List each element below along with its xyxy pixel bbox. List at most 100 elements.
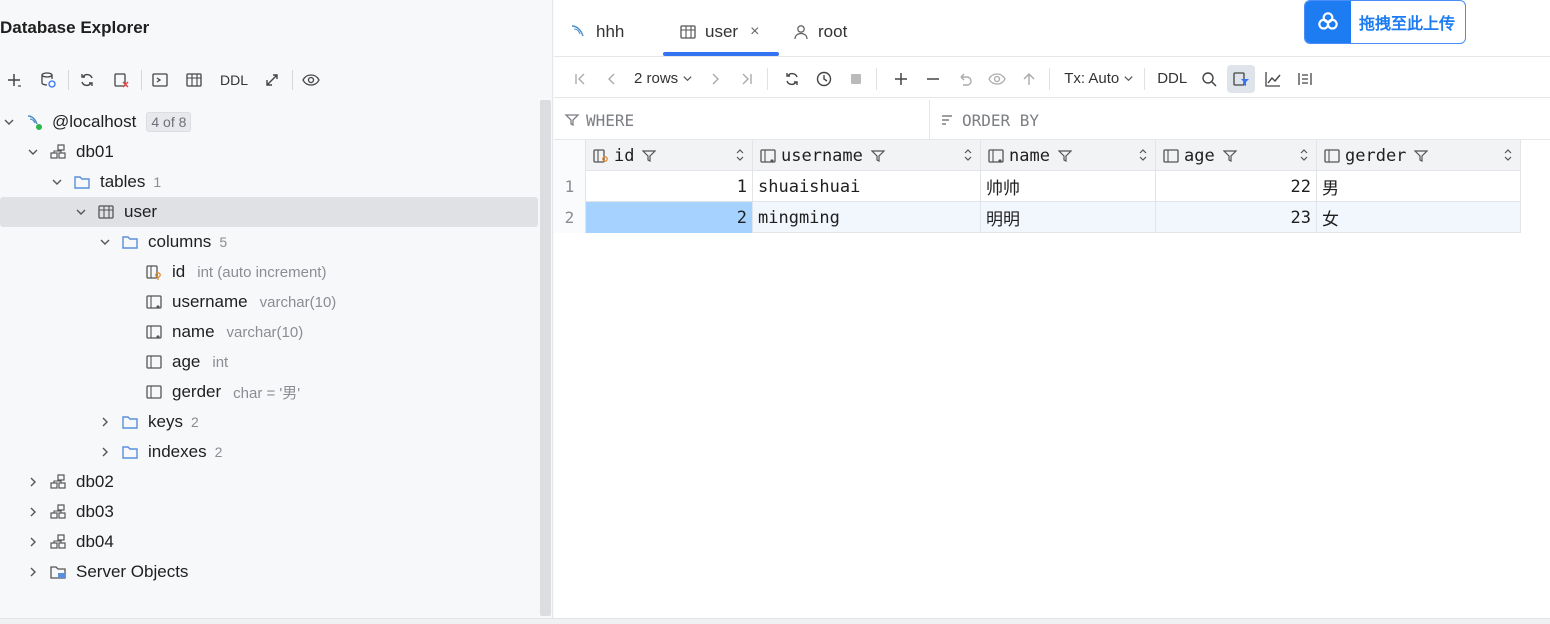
chevron-down-icon[interactable] xyxy=(26,145,40,159)
tab-hhh[interactable]: hhh xyxy=(570,14,624,50)
where-filter-input[interactable]: WHERE xyxy=(554,100,930,140)
tree-node-column-age[interactable]: age int xyxy=(0,347,538,377)
cell-age[interactable]: 22 xyxy=(1156,171,1317,202)
filter-icon[interactable] xyxy=(1414,149,1429,163)
filter-view-icon[interactable] xyxy=(1227,64,1256,93)
chevron-down-icon[interactable] xyxy=(74,205,88,219)
tree-scrollbar[interactable] xyxy=(540,100,551,616)
data-source-properties-icon[interactable] xyxy=(34,66,62,94)
chevron-right-icon[interactable] xyxy=(26,475,40,489)
sort-arrows-icon[interactable] xyxy=(1300,147,1308,163)
tree-node-db03[interactable]: db03 xyxy=(0,497,538,527)
row-number[interactable]: 2 xyxy=(554,202,586,233)
first-page-icon[interactable] xyxy=(566,65,594,93)
reload-icon[interactable] xyxy=(778,65,806,93)
jump-to-icon[interactable] xyxy=(258,66,286,94)
disconnect-icon[interactable] xyxy=(107,66,135,94)
chevron-right-icon[interactable] xyxy=(26,505,40,519)
table-icon[interactable] xyxy=(180,66,208,94)
search-icon[interactable] xyxy=(1195,65,1223,93)
add-row-icon[interactable] xyxy=(887,65,915,93)
filter-icon[interactable] xyxy=(870,149,885,163)
tree-node-column-id[interactable]: id int (auto increment) xyxy=(0,257,538,287)
data-grid: id username name age gerder 1 1 shuaishu… xyxy=(554,140,1521,233)
chevron-right-icon[interactable] xyxy=(26,565,40,579)
tree-node-label: keys xyxy=(148,412,183,431)
row-number[interactable]: 1 xyxy=(554,171,586,202)
cell-id-selected[interactable]: 2 xyxy=(586,202,753,233)
rows-count-dropdown[interactable]: 2 rows xyxy=(634,70,693,87)
sort-icon xyxy=(942,115,952,125)
tree-node-db01[interactable]: db01 xyxy=(0,137,538,167)
tree-node-column-gerder[interactable]: gerder char = '男' xyxy=(0,377,538,407)
tree-node-user-table[interactable]: user xyxy=(0,197,538,227)
cell-name[interactable]: 帅帅 xyxy=(981,171,1156,202)
tree-node-db04[interactable]: db04 xyxy=(0,527,538,557)
tree-node-columns[interactable]: columns 5 xyxy=(0,227,538,257)
next-page-icon[interactable] xyxy=(701,65,729,93)
chevron-down-icon[interactable] xyxy=(98,235,112,249)
column-header-username[interactable]: username xyxy=(753,140,981,171)
column-header-name[interactable]: name xyxy=(981,140,1156,171)
sort-arrows-icon[interactable] xyxy=(1139,147,1147,163)
close-icon[interactable]: × xyxy=(750,23,759,41)
chevron-down-icon[interactable] xyxy=(2,115,16,129)
tree-node-db02[interactable]: db02 xyxy=(0,467,538,497)
column-header-id[interactable]: id xyxy=(586,140,753,171)
table-row[interactable]: 1 1 shuaishuai 帅帅 22 男 xyxy=(554,171,1521,202)
chevron-right-icon[interactable] xyxy=(98,445,112,459)
tab-root[interactable]: root xyxy=(792,14,847,50)
tree-node-column-username[interactable]: username varchar(10) xyxy=(0,287,538,317)
delete-row-icon[interactable] xyxy=(919,65,947,93)
filter-icon[interactable] xyxy=(1222,149,1237,163)
chevron-right-icon[interactable] xyxy=(26,535,40,549)
history-clock-icon[interactable] xyxy=(810,65,838,93)
cell-username[interactable]: shuaishuai xyxy=(753,171,981,202)
chevron-down-icon xyxy=(1124,76,1133,82)
submit-up-arrow-icon[interactable] xyxy=(1015,65,1043,93)
cell-username[interactable]: mingming xyxy=(753,202,981,233)
previous-page-icon[interactable] xyxy=(598,65,626,93)
sort-arrows-icon[interactable] xyxy=(964,147,972,163)
cell-gerder[interactable]: 女 xyxy=(1317,202,1521,233)
sort-arrows-icon[interactable] xyxy=(736,147,744,163)
ddl-button[interactable]: DDL xyxy=(1157,70,1187,87)
revert-icon[interactable] xyxy=(951,65,979,93)
filter-icon[interactable] xyxy=(1057,149,1072,163)
cell-name[interactable]: 明明 xyxy=(981,202,1156,233)
filter-icon[interactable] xyxy=(642,149,657,163)
tree-node-indexes[interactable]: indexes 2 xyxy=(0,437,538,467)
chevron-right-icon[interactable] xyxy=(98,415,112,429)
cell-gerder[interactable]: 男 xyxy=(1317,171,1521,202)
query-console-icon[interactable] xyxy=(146,66,174,94)
column-header-age[interactable]: age xyxy=(1156,140,1317,171)
refresh-icon[interactable] xyxy=(73,66,101,94)
sort-arrows-icon[interactable] xyxy=(1504,147,1512,163)
stop-icon[interactable] xyxy=(842,65,870,93)
preview-pending-changes-icon[interactable] xyxy=(983,65,1011,93)
tree-node-label: columns xyxy=(148,232,212,251)
active-tab-indicator xyxy=(663,52,779,56)
tab-user[interactable]: user × xyxy=(679,14,759,50)
tree-node-column-name[interactable]: name varchar(10) xyxy=(0,317,538,347)
view-mode-icon[interactable] xyxy=(1291,65,1319,93)
transaction-mode-dropdown[interactable]: Tx: Auto xyxy=(1064,70,1134,87)
cell-id[interactable]: 1 xyxy=(586,171,753,202)
tree-node-tables[interactable]: tables 1 xyxy=(0,167,538,197)
column-header-gerder[interactable]: gerder xyxy=(1317,140,1521,171)
tree-node-keys[interactable]: keys 2 xyxy=(0,407,538,437)
table-row[interactable]: 2 2 mingming 明明 23 女 xyxy=(554,202,1521,233)
tree-node-localhost[interactable]: @localhost 4 of 8 xyxy=(0,107,538,137)
schema-icon xyxy=(48,142,68,162)
view-options-eye-icon[interactable] xyxy=(297,66,325,94)
ddl-button[interactable]: DDL xyxy=(220,72,248,88)
tree-node-server-objects[interactable]: Server Objects xyxy=(0,557,538,587)
chevron-down-icon[interactable] xyxy=(50,175,64,189)
order-by-input[interactable]: ORDER BY xyxy=(930,100,1039,140)
add-icon[interactable] xyxy=(0,66,28,94)
upload-drop-badge[interactable]: 拖拽至此上传 xyxy=(1304,0,1466,44)
cell-age[interactable]: 23 xyxy=(1156,202,1317,233)
last-page-icon[interactable] xyxy=(733,65,761,93)
schema-icon xyxy=(48,472,68,492)
chart-icon[interactable] xyxy=(1259,65,1287,93)
